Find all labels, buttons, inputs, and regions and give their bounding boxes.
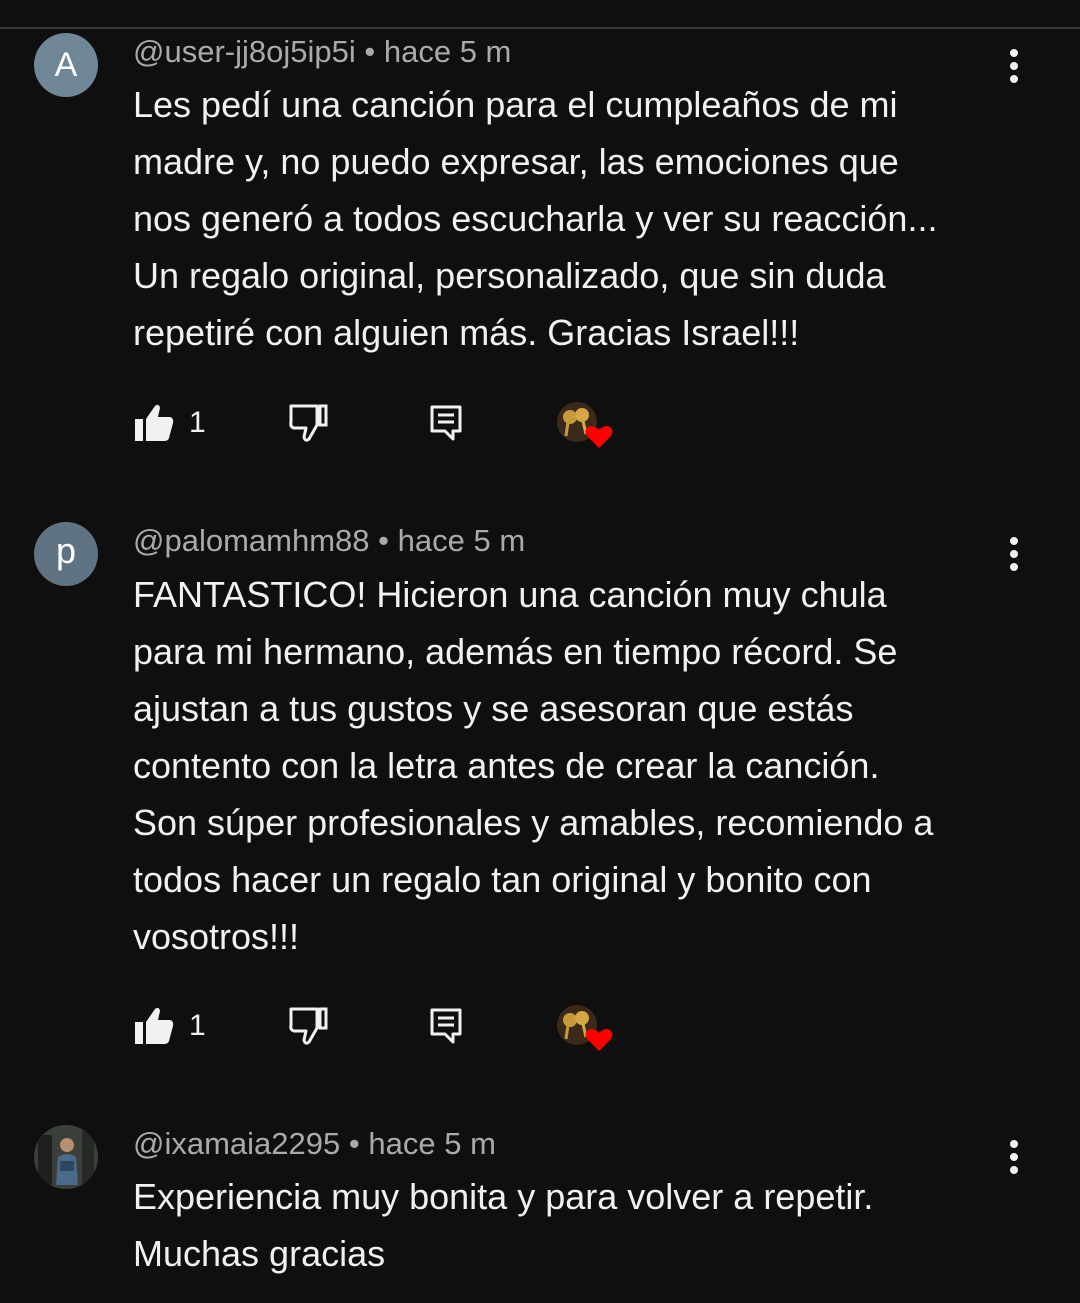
avatar[interactable] xyxy=(34,1125,98,1189)
comment-time: hace 5 m xyxy=(368,1126,496,1161)
like-count: 1 xyxy=(189,406,206,439)
comment-meta: @palomamhm88 • hace 5 m xyxy=(133,523,525,559)
thumb-down-icon xyxy=(289,1007,328,1045)
comment-text: FANTASTICO! Hicieron una canción muy chu… xyxy=(133,574,934,957)
avatar-letter: A xyxy=(54,45,78,84)
reply-button[interactable] xyxy=(429,398,463,448)
comment-actions: 1 xyxy=(133,398,633,448)
dislike-button[interactable] xyxy=(287,1001,329,1051)
thumb-down-icon xyxy=(289,404,328,442)
thumb-up-icon xyxy=(135,404,174,441)
comment-meta: @user-jj8oj5ip5i • hace 5 m xyxy=(133,34,511,70)
thumb-up-icon xyxy=(135,1007,174,1044)
comment-meta: @ixamaia2295 • hace 5 m xyxy=(133,1126,496,1162)
avatar[interactable]: p xyxy=(34,522,98,586)
comment-author[interactable]: @ixamaia2295 xyxy=(133,1126,340,1161)
avatar-letter: p xyxy=(55,530,77,571)
top-divider xyxy=(0,27,1080,29)
reply-comment-icon xyxy=(430,1008,462,1044)
meta-separator: • xyxy=(378,523,389,558)
reply-comment-icon xyxy=(430,405,462,441)
dislike-button[interactable] xyxy=(287,398,329,448)
comment-author[interactable]: @palomamhm88 xyxy=(133,523,370,558)
meta-separator: • xyxy=(348,1126,360,1161)
comment-actions: 1 xyxy=(133,1001,633,1051)
comment-author[interactable]: @user-jj8oj5ip5i xyxy=(133,34,356,69)
comment-time: hace 5 m xyxy=(397,523,526,558)
reply-button[interactable] xyxy=(429,1001,463,1051)
like-count: 1 xyxy=(189,1009,206,1042)
comment-text: Les pedí una canción para el cumpleaños … xyxy=(133,84,938,353)
like-button[interactable]: 1 xyxy=(133,1001,206,1051)
avatar[interactable]: A xyxy=(34,33,98,97)
profile-photo-icon xyxy=(34,1125,98,1189)
creator-heart-icon xyxy=(557,402,613,448)
creator-heart-icon xyxy=(557,1005,613,1051)
comment-time: hace 5 m xyxy=(383,34,512,69)
comment-text: Experiencia muy bonita y para volver a r… xyxy=(133,1176,874,1274)
like-button[interactable]: 1 xyxy=(133,398,206,448)
meta-separator: • xyxy=(364,34,376,69)
